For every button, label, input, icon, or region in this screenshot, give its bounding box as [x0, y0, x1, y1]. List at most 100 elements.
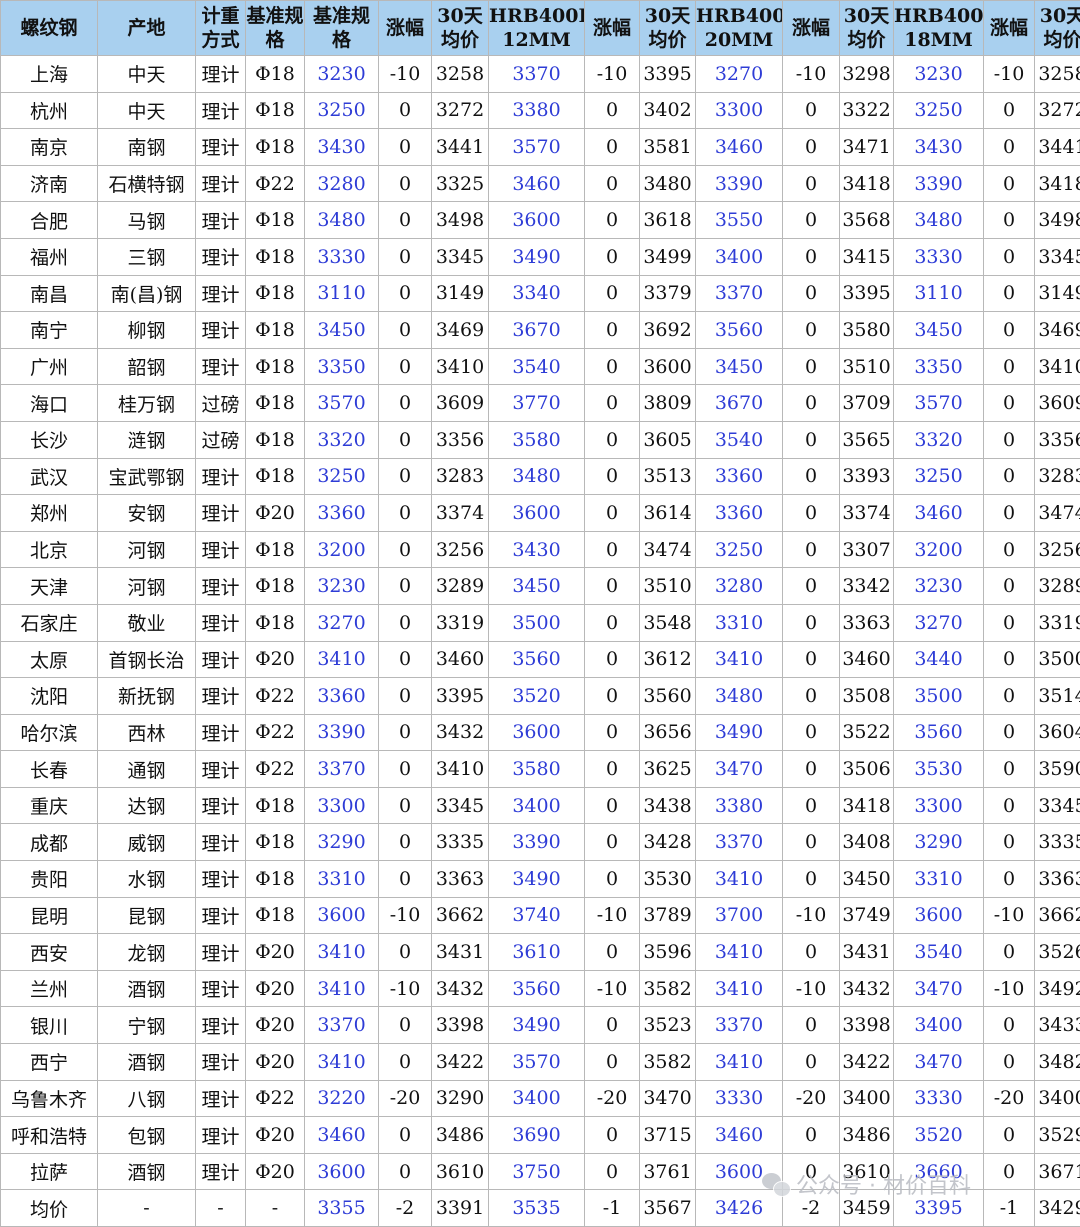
base-price-cell: 3310: [304, 860, 379, 898]
producer-cell: 桂万钢: [97, 384, 196, 422]
avg-price-cell: 3482: [1034, 1043, 1080, 1081]
change-cell: 0: [782, 347, 840, 386]
spec-cell: -: [245, 1189, 305, 1227]
avg-price-cell: 3492: [1034, 969, 1080, 1008]
price-20mm-cell: 3370: [695, 274, 783, 313]
price-12mm-cell: 3770: [488, 384, 585, 422]
spec-cell: Φ20: [245, 1152, 305, 1191]
price-18mm-cell: 3600: [893, 896, 984, 935]
price-18mm-cell: 3530: [893, 750, 984, 788]
change-cell: 0: [782, 823, 840, 862]
producer-cell: -: [97, 1189, 196, 1227]
avg-price-cell: 3529: [1034, 1116, 1080, 1154]
change-cell: -10: [378, 969, 432, 1008]
change-cell: 0: [584, 347, 640, 386]
spec-cell: Φ20: [245, 1006, 305, 1045]
table-row: 郑州 安钢 理计 Φ20 3360 0 3374 3600 0 3614 3360 0 3374 3460…: [0, 494, 1080, 532]
price-18mm-cell: 3560: [893, 713, 984, 752]
price-12mm-cell: 3600: [488, 494, 585, 532]
price-18mm-cell: 3450: [893, 311, 984, 349]
weighing-cell: 理计: [195, 969, 246, 1008]
change-cell: 0: [983, 128, 1035, 166]
spec-cell: Φ18: [245, 860, 305, 898]
avg-price-cell: 3422: [431, 1043, 489, 1081]
price-20mm-cell: 3330: [695, 1079, 783, 1118]
base-price-cell: 3300: [304, 786, 379, 825]
price-20mm-cell: 3360: [695, 494, 783, 532]
change-cell: 0: [782, 494, 840, 532]
avg-price-cell: 3471: [839, 128, 894, 166]
price-20mm-cell: 3390: [695, 164, 783, 203]
change-cell: 0: [584, 1006, 640, 1045]
weighing-cell: 理计: [195, 750, 246, 788]
spec-cell: Φ18: [245, 786, 305, 825]
base-price-cell: 3570: [304, 384, 379, 422]
spec-cell: Φ18: [245, 311, 305, 349]
avg-price-cell: 3469: [431, 311, 489, 349]
price-12mm-cell: 3560: [488, 969, 585, 1008]
table-row: 长沙 涟钢 过磅 Φ18 3320 0 3356 3580 0 3605 3540 0 3565 3320…: [0, 420, 1080, 459]
producer-cell: 新抚钢: [97, 677, 196, 715]
avg-price-cell: 3272: [1034, 91, 1080, 130]
avg-price-cell: 3391: [431, 1189, 489, 1227]
price-20mm-cell: 3410: [695, 933, 783, 971]
change-cell: -20: [378, 1079, 432, 1118]
price-20mm-cell: 3410: [695, 860, 783, 898]
header-city: 螺纹钢: [0, 0, 98, 56]
header-hrb400e-12mm: HRB400E 12MM: [488, 0, 585, 56]
change-cell: 0: [378, 164, 432, 203]
producer-cell: 宝武鄂钢: [97, 457, 196, 496]
price-12mm-cell: 3580: [488, 750, 585, 788]
table-row: 广州 韶钢 理计 Φ18 3350 0 3410 3540 0 3600 3450 0 3510 3350…: [0, 347, 1080, 386]
change-cell: 0: [782, 860, 840, 898]
price-20mm-cell: 3360: [695, 457, 783, 496]
price-18mm-cell: 3440: [893, 640, 984, 679]
change-cell: 0: [983, 420, 1035, 459]
weighing-cell: 理计: [195, 164, 246, 203]
header-change: 涨幅: [983, 0, 1035, 56]
base-price-cell: 3410: [304, 933, 379, 971]
city-cell: 哈尔滨: [0, 713, 98, 752]
price-12mm-cell: 3600: [488, 713, 585, 752]
avg-price-cell: 3410: [431, 750, 489, 788]
weighing-cell: 理计: [195, 567, 246, 605]
change-cell: 0: [983, 1152, 1035, 1191]
header-change: 涨幅: [584, 0, 640, 56]
table-row: 兰州 酒钢 理计 Φ20 3410 -10 3432 3560 -10 3582 3410 -10 34…: [0, 969, 1080, 1008]
change-cell: 0: [378, 384, 432, 422]
price-18mm-cell: 3395: [893, 1189, 984, 1227]
avg-price-cell: 3342: [839, 567, 894, 605]
spec-cell: Φ18: [245, 457, 305, 496]
avg-price-cell: 3523: [639, 1006, 696, 1045]
table-row: 石家庄 敬业 理计 Φ18 3270 0 3319 3500 0 3548 3310 0 3363 327…: [0, 603, 1080, 642]
producer-cell: 南钢: [97, 128, 196, 166]
avg-price-cell: 3522: [839, 713, 894, 752]
change-cell: 0: [584, 420, 640, 459]
price-12mm-cell: 3480: [488, 457, 585, 496]
producer-cell: 南(昌)钢: [97, 274, 196, 313]
change-cell: -10: [584, 969, 640, 1008]
change-cell: 0: [378, 567, 432, 605]
avg-price-cell: 3374: [431, 494, 489, 532]
avg-price-cell: 3428: [639, 823, 696, 862]
base-price-cell: 3250: [304, 91, 379, 130]
avg-price-cell: 3500: [1034, 640, 1080, 679]
weighing-cell: 理计: [195, 1079, 246, 1118]
price-12mm-cell: 3570: [488, 128, 585, 166]
avg-price-cell: 3432: [431, 969, 489, 1008]
avg-price-cell: 3474: [1034, 494, 1080, 532]
change-cell: 0: [584, 384, 640, 422]
avg-price-cell: 3498: [431, 201, 489, 239]
price-18mm-cell: 3460: [893, 494, 984, 532]
base-price-cell: 3600: [304, 1152, 379, 1191]
change-cell: 0: [983, 311, 1035, 349]
change-cell: 0: [378, 347, 432, 386]
change-cell: 0: [782, 1043, 840, 1081]
spec-cell: Φ18: [245, 530, 305, 569]
base-price-cell: 3320: [304, 420, 379, 459]
change-cell: 0: [782, 457, 840, 496]
table-row: 杭州 中天 理计 Φ18 3250 0 3272 3380 0 3402 3300 0 3322 3250…: [0, 91, 1080, 130]
weighing-cell: 理计: [195, 933, 246, 971]
avg-price-cell: 3809: [639, 384, 696, 422]
price-18mm-cell: 3230: [893, 567, 984, 605]
